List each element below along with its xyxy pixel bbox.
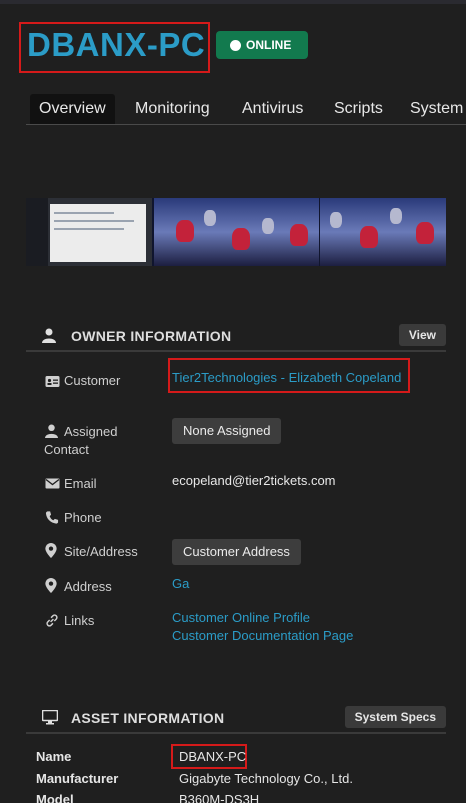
figure bbox=[290, 224, 308, 246]
customer-label: Customer bbox=[64, 373, 121, 388]
figure bbox=[262, 218, 274, 234]
manufacturer-label: Manufacturer bbox=[36, 771, 119, 786]
tab-monitoring[interactable]: Monitoring bbox=[135, 94, 210, 124]
screenshot-wallpaper-right bbox=[320, 198, 446, 266]
figure bbox=[416, 222, 434, 244]
user-icon bbox=[45, 424, 58, 438]
phone-icon bbox=[45, 511, 59, 524]
status-badge: ONLINE bbox=[216, 31, 308, 59]
asset-name-value: DBANX-PC bbox=[179, 749, 247, 764]
user-icon bbox=[42, 328, 56, 343]
screenshot-line bbox=[54, 220, 134, 222]
customer-address-button[interactable]: Customer Address bbox=[172, 539, 301, 565]
model-value: B360M-DS3H bbox=[179, 792, 260, 803]
tab-overview[interactable]: Overview bbox=[30, 94, 115, 124]
owner-section-title: OWNER INFORMATION bbox=[71, 328, 232, 344]
section-divider bbox=[26, 732, 446, 734]
status-dot-icon bbox=[230, 39, 241, 51]
figure bbox=[232, 228, 250, 250]
link-icon bbox=[46, 614, 58, 627]
asset-section-title: ASSET INFORMATION bbox=[71, 710, 225, 726]
customer-online-profile-link[interactable]: Customer Online Profile bbox=[172, 610, 310, 625]
screenshot-desktop-area bbox=[26, 198, 152, 266]
screenshot-wallpaper-left bbox=[154, 198, 319, 266]
screenshot-line bbox=[54, 228, 124, 230]
envelope-icon bbox=[45, 478, 60, 489]
figure bbox=[330, 212, 342, 228]
model-label: Model bbox=[36, 792, 74, 803]
tab-scripts[interactable]: Scripts bbox=[334, 94, 383, 124]
asset-section-header: ASSET INFORMATION System Specs bbox=[26, 706, 446, 732]
status-text: ONLINE bbox=[246, 38, 292, 52]
top-strip bbox=[0, 0, 466, 4]
customer-link[interactable]: Tier2Technologies - Elizabeth Copeland bbox=[172, 370, 401, 385]
tab-system[interactable]: System bbox=[410, 94, 463, 124]
monitor-icon bbox=[42, 710, 58, 725]
device-title: DBANX-PC bbox=[27, 26, 206, 63]
screenshot-sidebar bbox=[26, 198, 48, 266]
manufacturer-value: Gigabyte Technology Co., Ltd. bbox=[179, 771, 353, 786]
section-divider bbox=[26, 350, 446, 352]
site-address-label: Site/Address bbox=[64, 544, 138, 559]
address-label: Address bbox=[64, 579, 112, 594]
desktop-screenshot-thumbnail[interactable] bbox=[26, 198, 446, 266]
assigned-contact-label-line1: Assigned bbox=[64, 424, 118, 439]
figure bbox=[390, 208, 402, 224]
system-specs-button[interactable]: System Specs bbox=[344, 706, 446, 728]
asset-name-label: Name bbox=[36, 749, 72, 764]
id-card-icon bbox=[45, 376, 60, 387]
map-marker-icon bbox=[45, 543, 57, 558]
email-label: Email bbox=[64, 476, 97, 491]
phone-label: Phone bbox=[64, 510, 102, 525]
customer-documentation-link[interactable]: Customer Documentation Page bbox=[172, 628, 353, 643]
address-link[interactable]: Ga bbox=[172, 576, 189, 591]
tab-antivirus[interactable]: Antivirus bbox=[242, 94, 303, 124]
assigned-contact-label-line2: Contact bbox=[44, 442, 89, 457]
tab-bar: Overview Monitoring Antivirus Scripts Sy… bbox=[26, 94, 466, 125]
assigned-contact-button[interactable]: None Assigned bbox=[172, 418, 282, 444]
email-value: ecopeland@tier2tickets.com bbox=[172, 473, 336, 488]
links-label: Links bbox=[64, 613, 95, 628]
screenshot-line bbox=[54, 212, 114, 214]
view-button[interactable]: View bbox=[398, 324, 446, 346]
figure bbox=[204, 210, 216, 226]
owner-section-header: OWNER INFORMATION View bbox=[26, 324, 446, 350]
figure bbox=[176, 220, 194, 242]
figure bbox=[360, 226, 378, 248]
map-marker-icon bbox=[45, 578, 57, 593]
